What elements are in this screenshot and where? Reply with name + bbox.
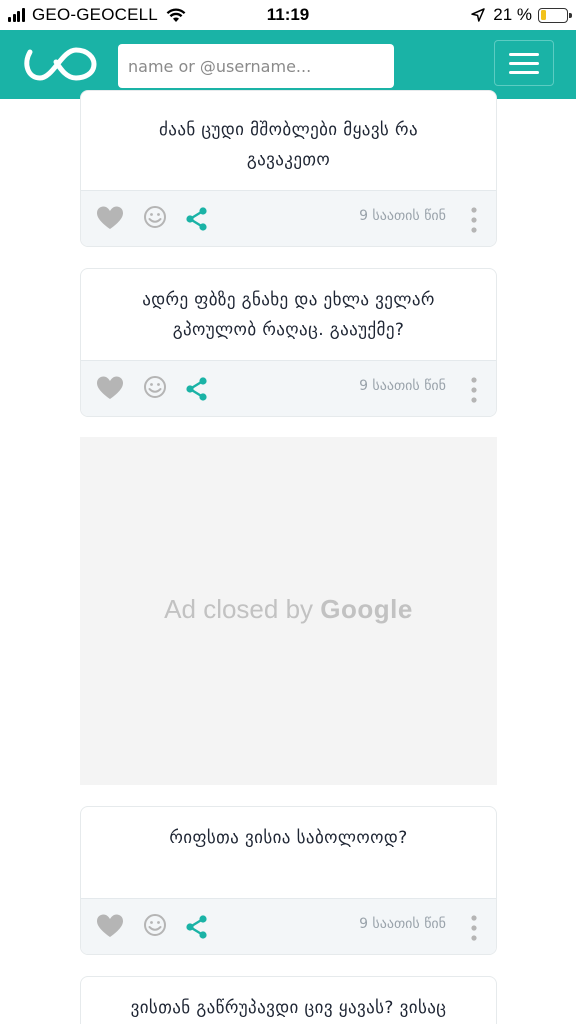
post-text: ადრე ფბზე გნახე და ეხლა ველარ გპოულობ რა… [142, 290, 435, 340]
menu-bar [509, 61, 539, 65]
battery-percent: 21 % [493, 5, 532, 24]
status-right: 21 % [471, 5, 572, 25]
share-icon[interactable] [183, 375, 211, 403]
status-bar: GEO-GEOCELL 11:19 21 % [0, 0, 576, 30]
app-header [0, 30, 576, 99]
ad-closed-label: Ad closed by Google [80, 594, 497, 625]
menu-bar [509, 70, 539, 74]
more-options-icon[interactable] [466, 375, 482, 405]
heart-icon[interactable] [96, 375, 124, 403]
more-options-icon[interactable] [466, 913, 482, 943]
heart-icon[interactable] [96, 205, 124, 233]
battery-level [540, 10, 546, 20]
ad-closed-prefix: Ad closed by [164, 594, 321, 624]
post-footer: 9 საათის წინ [81, 190, 496, 246]
post-text: ძაან ცუდი მშობლები მყავს რა გავაკეთო [159, 120, 418, 170]
battery-icon [538, 7, 572, 23]
post-time: 9 საათის წინ [359, 208, 446, 224]
search-input[interactable] [118, 44, 394, 88]
post-time: 9 საათის წინ [359, 378, 446, 394]
post-text: რიფსთა ვისია საბოლოოდ? [169, 828, 408, 848]
heart-icon[interactable] [96, 913, 124, 941]
post-card: ვისთან გაწრუპავდი ცივ ყავას? ვისაც არ [80, 976, 497, 1024]
hamburger-menu-button[interactable] [494, 40, 554, 86]
smile-icon[interactable] [141, 913, 169, 941]
app-logo-icon[interactable] [20, 44, 98, 84]
ad-placeholder: Ad closed by Google [80, 437, 497, 785]
share-icon[interactable] [183, 205, 211, 233]
post-text: ვისთან გაწრუპავდი ცივ ყავას? ვისაც არ [130, 998, 447, 1018]
smile-icon[interactable] [141, 375, 169, 403]
post-card: რიფსთა ვისია საბოლოოდ? 9 საათის წინ [80, 806, 497, 955]
post-card: ადრე ფბზე გნახე და ეხლა ველარ გპოულობ რა… [80, 268, 497, 417]
post-card: ძაან ცუდი მშობლები მყავს რა გავაკეთო 9 ს… [80, 90, 497, 247]
post-footer: 9 საათის წინ [81, 898, 496, 954]
post-time: 9 საათის წინ [359, 916, 446, 932]
menu-bar [509, 52, 539, 56]
smile-icon[interactable] [141, 205, 169, 233]
post-footer: 9 საათის წინ [81, 360, 496, 416]
more-options-icon[interactable] [466, 205, 482, 235]
share-icon[interactable] [183, 913, 211, 941]
location-arrow-icon [471, 8, 485, 22]
google-wordmark: Google [320, 594, 413, 624]
